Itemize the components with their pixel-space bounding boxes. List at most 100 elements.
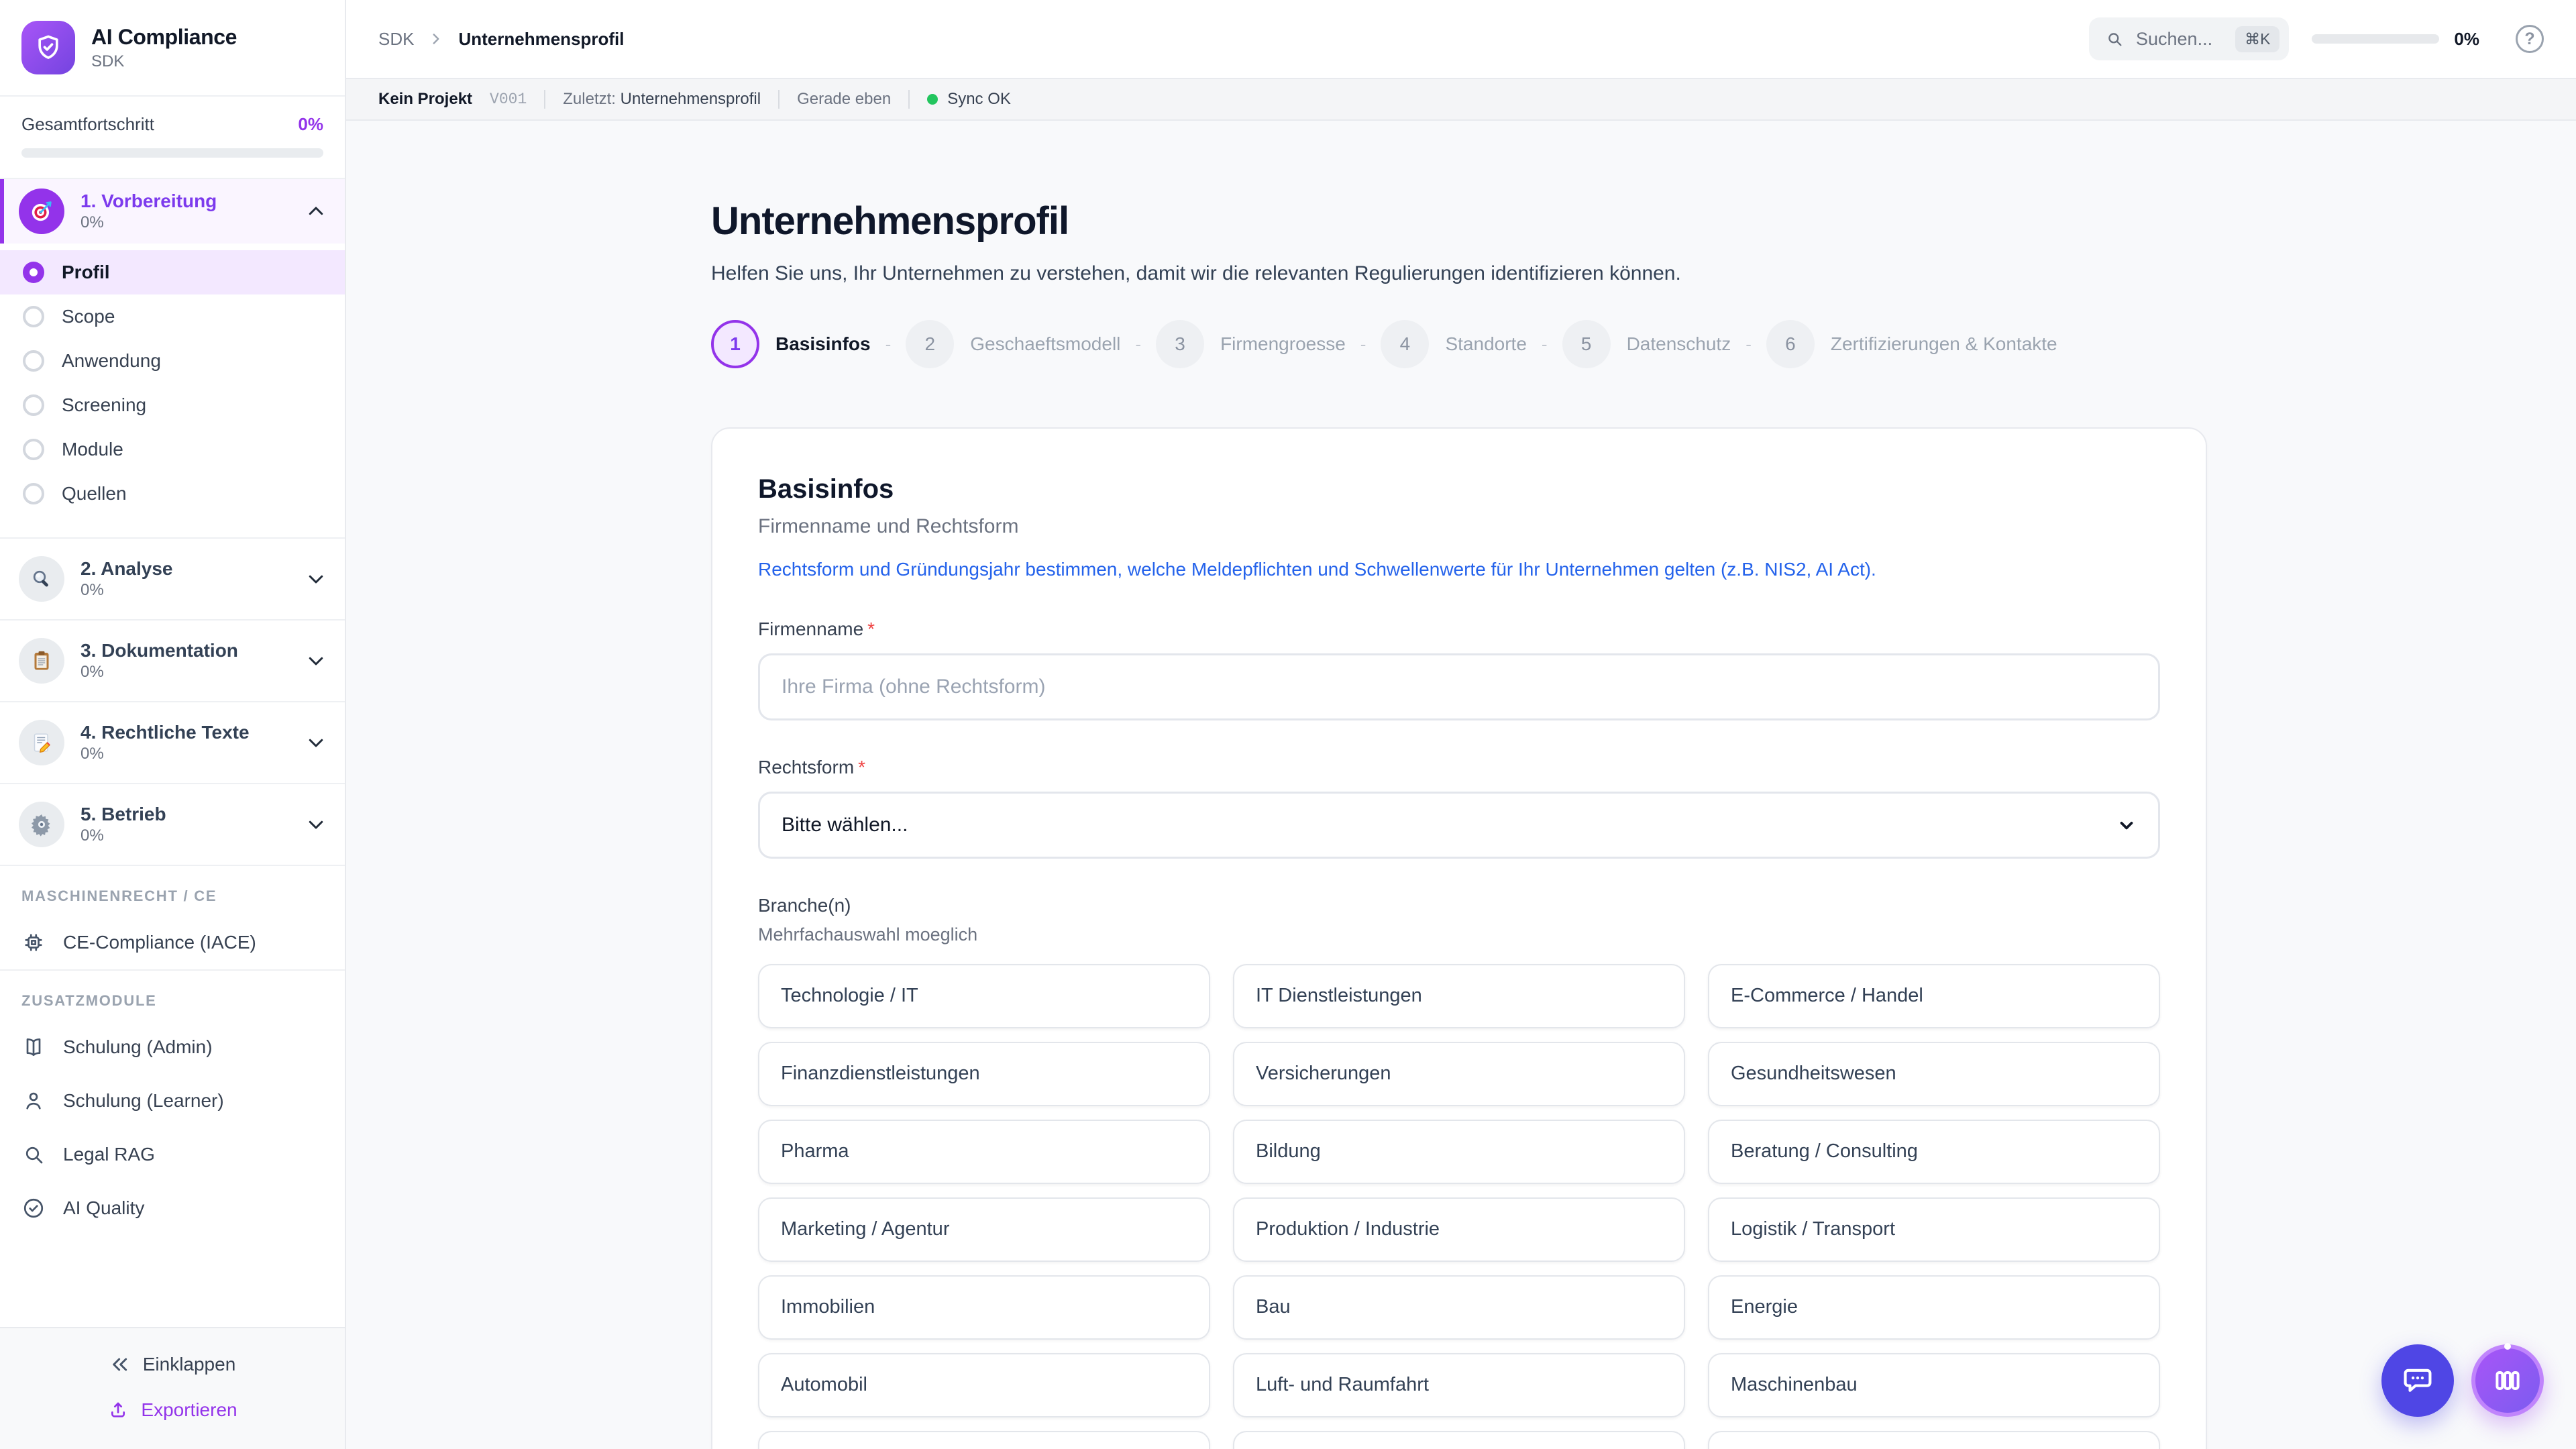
module-item-label: CE-Compliance (IACE)	[63, 932, 256, 953]
industry-button[interactable]: Luft- und Raumfahrt	[1233, 1353, 1685, 1417]
industry-button[interactable]: Gesundheitswesen	[1708, 1042, 2160, 1106]
content-scroll-area[interactable]: Unternehmensprofil Helfen Sie uns, Ihr U…	[346, 121, 2576, 1449]
header-progress-bar	[2312, 34, 2439, 44]
target-icon	[19, 189, 64, 234]
search-input[interactable]: Suchen... ⌘K	[2089, 17, 2289, 60]
step-zertifizierungen[interactable]: 6 Zertifizierungen & Kontakte	[1766, 320, 2057, 368]
sidebar-item-legal-rag[interactable]: Legal RAG	[0, 1128, 345, 1181]
chevron-down-icon	[306, 814, 326, 835]
sidebar-item-profil[interactable]: Profil	[0, 250, 345, 294]
step-separator: -	[1135, 334, 1141, 355]
card-subtitle: Firmenname und Rechtsform	[758, 515, 2160, 538]
phase-vorbereitung[interactable]: 1. Vorbereitung 0%	[0, 179, 345, 244]
sidebar-item-screening[interactable]: Screening	[0, 383, 345, 427]
chevron-down-icon	[306, 569, 326, 589]
phase-rechtliche-texte[interactable]: 4. Rechtliche Texte 0%	[0, 701, 345, 783]
double-chevron-left-icon	[109, 1354, 131, 1375]
step-label: Datenschutz	[1627, 333, 1731, 355]
sidebar-item-schulung-admin[interactable]: Schulung (Admin)	[0, 1020, 345, 1074]
industry-button[interactable]: Bau	[1233, 1275, 1685, 1340]
sidebar: AI Compliance SDK Gesamtfortschritt 0% 1…	[0, 0, 346, 1449]
module-item-label: Schulung (Learner)	[63, 1090, 224, 1112]
statusbar: Kein Projekt V001 Zuletzt: Unternehmensp…	[346, 79, 2576, 121]
wizard-stepper: 1 Basisinfos - 2 Geschaeftsmodell - 3 Fi…	[711, 320, 2207, 368]
industry-button[interactable]: Beratung / Consulting	[1708, 1120, 2160, 1184]
search-icon	[2105, 30, 2124, 48]
industries-label: Branche(n)	[758, 895, 2160, 916]
step-number: 4	[1381, 320, 1429, 368]
help-icon[interactable]: ?	[2516, 25, 2544, 53]
industry-button[interactable]: Automobil	[758, 1353, 1210, 1417]
sidebar-item-schulung-learner[interactable]: Schulung (Learner)	[0, 1074, 345, 1128]
industry-button[interactable]: Finanzdienstleistungen	[758, 1042, 1210, 1106]
sync-status: Sync OK	[927, 90, 1011, 109]
industry-button[interactable]: Immobilien	[758, 1275, 1210, 1340]
phase-dokumentation[interactable]: 3. Dokumentation 0%	[0, 619, 345, 701]
person-icon	[21, 1089, 46, 1113]
upload-icon	[107, 1399, 129, 1421]
required-asterisk: *	[867, 619, 875, 639]
topbar: SDK Unternehmensprofil Suchen... ⌘K 0% ?	[346, 0, 2576, 79]
sidebar-item-ai-quality[interactable]: AI Quality	[0, 1181, 345, 1235]
step-datenschutz[interactable]: 5 Datenschutz	[1562, 320, 1731, 368]
step-standorte[interactable]: 4 Standorte	[1381, 320, 1526, 368]
company-name-field[interactable]	[758, 653, 2160, 720]
industry-button[interactable]: Produktion / Industrie	[1233, 1197, 1685, 1262]
sub-item-label: Scope	[62, 306, 115, 327]
divider	[544, 90, 545, 109]
step-number: 6	[1766, 320, 1815, 368]
sidebar-footer: Einklappen Exportieren	[0, 1327, 345, 1449]
step-firmengroesse[interactable]: 3 Firmengroesse	[1156, 320, 1346, 368]
app-logo	[21, 21, 75, 74]
radio-empty-icon	[23, 394, 44, 416]
industry-button-partial[interactable]	[1708, 1431, 2160, 1449]
sidebar-item-quellen[interactable]: Quellen	[0, 472, 345, 516]
industry-button[interactable]: IT Dienstleistungen	[1233, 964, 1685, 1028]
chat-fab-button[interactable]	[2381, 1344, 2454, 1417]
phase-progress: 0%	[80, 581, 172, 600]
sidebar-nav: 1. Vorbereitung 0% Profil Scope	[0, 179, 345, 1327]
module-item-label: AI Quality	[63, 1197, 144, 1219]
legal-form-select[interactable]: Bitte wählen...	[758, 792, 2160, 859]
industry-button[interactable]: Technologie / IT	[758, 964, 1210, 1028]
industry-button[interactable]: Logistik / Transport	[1708, 1197, 2160, 1262]
industry-button[interactable]: Versicherungen	[1233, 1042, 1685, 1106]
step-separator: -	[1746, 334, 1752, 355]
basisinfos-card: Basisinfos Firmenname und Rechtsform Rec…	[711, 427, 2207, 1449]
last-saved-value: Unternehmensprofil	[621, 90, 761, 108]
chat-bubble-icon	[2400, 1363, 2435, 1398]
breadcrumb-root[interactable]: SDK	[378, 29, 414, 50]
industry-button-partial[interactable]	[758, 1431, 1210, 1449]
last-saved-time: Gerade eben	[797, 90, 891, 109]
step-basisinfos[interactable]: 1 Basisinfos	[711, 320, 871, 368]
collapse-label: Einklappen	[143, 1354, 236, 1375]
export-button[interactable]: Exportieren	[0, 1387, 345, 1433]
step-number: 5	[1562, 320, 1611, 368]
industry-button-partial[interactable]	[1233, 1431, 1685, 1449]
collapse-sidebar-button[interactable]: Einklappen	[0, 1342, 345, 1387]
sidebar-item-module[interactable]: Module	[0, 427, 345, 472]
radio-empty-icon	[23, 306, 44, 327]
sidebar-item-scope[interactable]: Scope	[0, 294, 345, 339]
industries-note: Mehrfachauswahl moeglich	[758, 924, 2160, 945]
sidebar-item-anwendung[interactable]: Anwendung	[0, 339, 345, 383]
book-icon	[21, 1035, 46, 1059]
divider	[908, 90, 910, 109]
phase-betrieb[interactable]: 5. Betrieb 0%	[0, 783, 345, 865]
search-placeholder: Suchen...	[2136, 29, 2223, 50]
industry-button[interactable]: Bildung	[1233, 1120, 1685, 1184]
board-fab-button[interactable]	[2471, 1344, 2544, 1417]
step-number: 2	[906, 320, 954, 368]
industry-button[interactable]: E-Commerce / Handel	[1708, 964, 2160, 1028]
columns-icon	[2491, 1364, 2524, 1397]
industry-button[interactable]: Energie	[1708, 1275, 2160, 1340]
industry-button[interactable]: Marketing / Agentur	[758, 1197, 1210, 1262]
project-name: Kein Projekt	[378, 90, 472, 109]
industry-button[interactable]: Maschinenbau	[1708, 1353, 2160, 1417]
sidebar-item-ce-compliance[interactable]: CE-Compliance (IACE)	[0, 916, 345, 969]
step-geschaeftsmodell[interactable]: 2 Geschaeftsmodell	[906, 320, 1120, 368]
page-subtitle: Helfen Sie uns, Ihr Unternehmen zu verst…	[711, 262, 2207, 285]
industry-button[interactable]: Pharma	[758, 1120, 1210, 1184]
phase-analyse[interactable]: 2. Analyse 0%	[0, 537, 345, 619]
phase-progress: 0%	[80, 745, 250, 763]
